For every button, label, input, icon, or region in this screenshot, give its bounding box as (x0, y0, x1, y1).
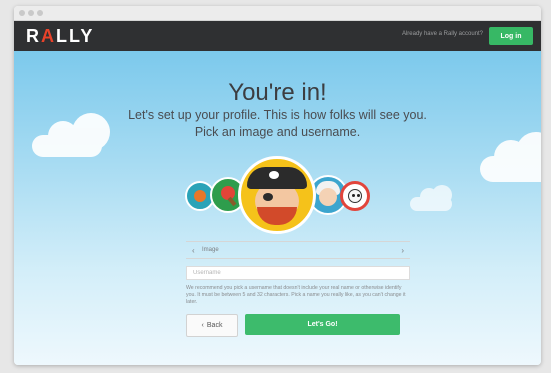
username-input[interactable] (186, 266, 410, 280)
granny-face-icon (319, 188, 337, 206)
cloud-decoration (410, 185, 452, 211)
pirate-beard (257, 207, 297, 225)
chevron-left-icon[interactable]: ‹ (192, 246, 195, 255)
browser-window: RALLY Already have a Rally account? Log … (14, 6, 541, 365)
panda-eye (352, 194, 355, 197)
rally-logo[interactable]: RALLY (26, 26, 94, 47)
page-subtitle: Let's set up your profile. This is how f… (128, 108, 427, 139)
back-button-label: Back (206, 322, 223, 329)
form-actions: ‹ Back Let's Go! (186, 314, 410, 337)
paddle-handle (227, 196, 237, 207)
page-title: You're in! (228, 79, 327, 106)
close-window-dot[interactable] (19, 10, 25, 16)
back-button[interactable]: ‹ Back (186, 314, 238, 337)
profile-form: ‹ Image › We recommend you pick a userna… (186, 241, 410, 337)
username-help-text: We recommend you pick a username that do… (186, 285, 406, 305)
account-question[interactable]: Already have a Rally account? (402, 31, 483, 37)
window-chrome (14, 6, 541, 21)
login-button[interactable]: Log in (489, 27, 533, 45)
chevron-left-icon: ‹ (201, 322, 204, 329)
chevron-right-icon[interactable]: › (401, 246, 404, 255)
pirate-avatar-selected[interactable] (238, 156, 316, 234)
profile-setup-panel: You're in! Let's set up your profile. Th… (14, 51, 541, 365)
image-select-value: Image (202, 247, 219, 253)
panda-eye (357, 194, 360, 197)
skull-icon (269, 171, 279, 179)
minimize-window-dot[interactable] (28, 10, 34, 16)
panda-icon (348, 189, 362, 203)
eyepatch-icon (263, 193, 273, 201)
cloud-decoration (32, 113, 110, 157)
lets-go-button[interactable]: Let's Go! (245, 314, 400, 335)
basketball-icon (194, 190, 206, 202)
maximize-window-dot[interactable] (37, 10, 43, 16)
panda-avatar[interactable] (340, 181, 370, 211)
top-navigation-bar: RALLY Already have a Rally account? Log … (14, 21, 541, 51)
image-select[interactable]: ‹ Image › (186, 241, 410, 259)
cloud-decoration (480, 132, 541, 182)
